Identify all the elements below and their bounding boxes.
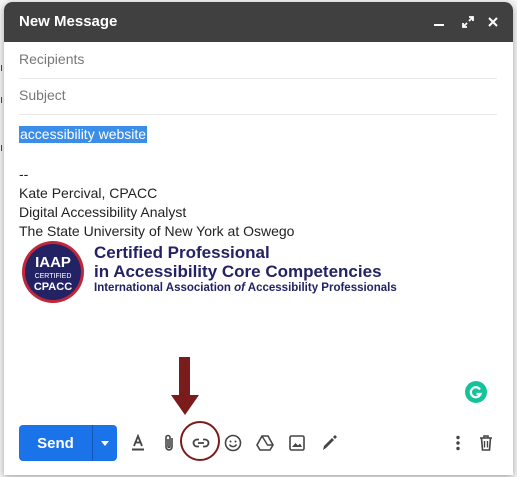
subject-row [19,78,497,115]
popout-icon[interactable] [458,12,478,32]
logo-text-cpacc: CPACC [34,281,72,293]
send-button[interactable]: Send [19,425,92,461]
close-icon[interactable] [483,12,503,32]
signature-icon[interactable] [316,430,342,456]
selected-text[interactable]: accessibility website [19,126,148,143]
discard-icon[interactable] [473,430,499,456]
signature-name: Kate Percival, CPACC [19,185,158,201]
badge-line-3-of: of [234,282,246,294]
signature-role: Digital Accessibility Analyst [19,204,187,220]
message-body[interactable]: accessibility website -- Kate Percival, … [19,122,499,412]
compose-title: New Message [19,13,118,30]
compose-window: New Message accessibility website -- Kat… [4,2,513,475]
logo-text-certified: CERTIFIED [35,273,72,280]
badge-line-1: Certified Professional [94,243,270,262]
formatting-icon[interactable] [125,430,151,456]
annotation-arrow-icon [171,357,199,415]
signature-organization: The State University of New York at Oswe… [19,223,295,239]
grammarly-icon[interactable] [464,380,488,404]
emoji-icon[interactable] [220,430,246,456]
compose-titlebar: New Message [4,2,513,42]
iaap-logo: IAAP CERTIFIED CPACC [22,241,84,303]
badge-line-3-part2: Accessibility Professionals [245,282,397,294]
badge-line-3: International Association of Accessibili… [94,282,397,294]
signature-separator: -- [19,166,29,182]
drive-icon[interactable] [252,430,278,456]
logo-text-iaap: IAAP [35,254,71,271]
badge-line-3-part1: International Association [94,282,235,294]
subject-input[interactable] [19,84,489,106]
recipients-row [19,42,497,79]
minimize-icon[interactable] [429,12,449,32]
badge-line-2: in Accessibility Core Competencies [94,262,382,281]
insert-link-icon[interactable] [188,430,214,456]
attach-icon[interactable] [156,430,182,456]
more-options-icon[interactable] [445,430,471,456]
recipients-input[interactable] [19,48,489,70]
chevron-down-icon [101,441,109,446]
photo-icon[interactable] [284,430,310,456]
send-options-button[interactable] [92,425,117,461]
